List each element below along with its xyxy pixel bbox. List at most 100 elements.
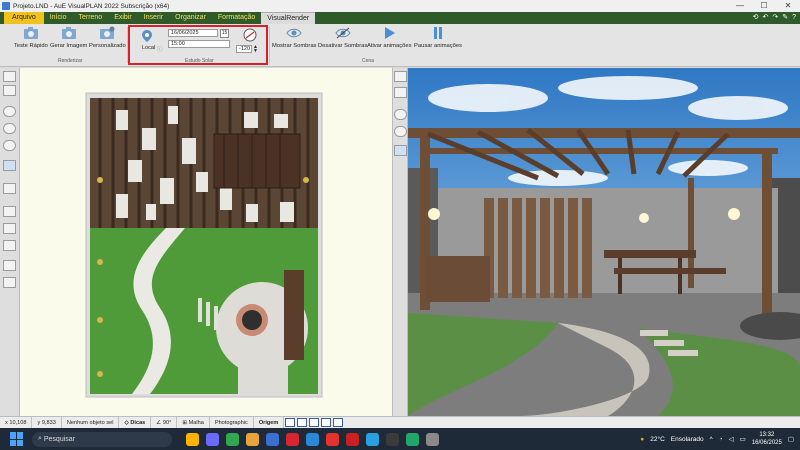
opera-icon[interactable]	[346, 432, 359, 446]
origin-button[interactable]: Origem	[254, 416, 285, 429]
office-icon[interactable]	[286, 432, 299, 446]
clock[interactable]: 13:32 16/06/2025	[752, 431, 782, 447]
camera-icon	[61, 27, 76, 39]
quick-test-button[interactable]: Teste Rápido	[14, 26, 48, 49]
angle-snap-button[interactable]: ∠ 90°	[151, 416, 178, 429]
time-field[interactable]: 15:00	[168, 40, 230, 48]
rectangle-select-icon[interactable]	[3, 223, 16, 234]
battery-icon[interactable]: ▭	[740, 435, 746, 443]
polygon-select-icon[interactable]	[3, 240, 16, 251]
snap-line-icon[interactable]	[285, 418, 296, 427]
search-placeholder: Pesquisar	[43, 435, 76, 443]
draw-line-icon[interactable]	[3, 183, 16, 194]
calendar-icon[interactable]: 15	[220, 29, 229, 38]
menu-inserir[interactable]: Inserir	[138, 12, 169, 24]
file-explorer-icon[interactable]	[186, 432, 199, 446]
capcut-icon[interactable]	[386, 432, 399, 446]
windows-start-icon[interactable]	[10, 432, 24, 446]
plan-view-2d[interactable]	[20, 68, 392, 416]
grid-button[interactable]: ⊞ Malha	[177, 416, 210, 429]
snap-edge-icon[interactable]	[309, 418, 320, 427]
maximize-button[interactable]: ☐	[752, 0, 776, 12]
window-controls: — ☐ ✕	[728, 0, 800, 12]
snap-point-icon[interactable]	[333, 418, 344, 427]
mail-icon[interactable]	[306, 432, 319, 446]
quick-access: ⟲ ↶ ↷ ✎ ?	[753, 12, 796, 24]
network-icon[interactable]: ◔	[719, 436, 723, 443]
render-toolbar	[392, 68, 408, 416]
eye-off-icon	[335, 27, 351, 39]
pause-animation-button[interactable]: Pausar animações	[414, 26, 462, 49]
weather-text[interactable]: Ensolarado	[671, 436, 704, 443]
zoom-out-icon[interactable]	[394, 126, 407, 137]
app-icon[interactable]	[426, 432, 439, 446]
pan-hand-icon[interactable]	[394, 87, 407, 98]
tips-icon: ◇	[124, 419, 129, 426]
store-icon[interactable]	[266, 432, 279, 446]
coord-y: y 9,833	[32, 416, 62, 429]
select-tool-icon[interactable]	[3, 71, 16, 82]
menu-bar: Arquivo Início Terreno Exibir Inserir Or…	[0, 12, 800, 24]
close-button[interactable]: ✕	[776, 0, 800, 12]
disable-shadows-button[interactable]: Desativar Sombras	[318, 26, 367, 49]
compass-icon[interactable]	[242, 28, 258, 42]
pan-hand-icon[interactable]	[3, 85, 16, 96]
angle-icon: ∠	[156, 419, 162, 426]
snap-angle-icon[interactable]	[297, 418, 308, 427]
zoom-out-icon[interactable]	[3, 123, 16, 134]
zoom-in-icon[interactable]	[3, 106, 16, 117]
solar-group-label: Estudo Solar	[185, 58, 214, 64]
date-field[interactable]: 16/06/2025	[168, 29, 218, 37]
undo-icon[interactable]: ↶	[762, 12, 768, 24]
menu-formatacao[interactable]: Formatação	[212, 12, 261, 24]
left-toolbar	[0, 68, 20, 416]
help-icon[interactable]: ?	[792, 12, 796, 24]
edge-icon[interactable]	[226, 432, 239, 446]
menu-organizar[interactable]: Organizar	[169, 12, 212, 24]
move-icon[interactable]	[3, 206, 16, 217]
visualplan-icon[interactable]	[406, 432, 419, 446]
weather-icon: ●	[640, 435, 645, 443]
zoom-fit-icon[interactable]	[3, 140, 16, 151]
refresh-icon[interactable]: ⟲	[753, 12, 759, 24]
play-animation-button[interactable]: Ativar animações	[367, 26, 411, 49]
copilot-icon[interactable]	[206, 432, 219, 446]
weather-temp[interactable]: 22°C	[650, 436, 665, 443]
scene-group-label: Cena	[362, 58, 374, 64]
angle-spinner[interactable]: ▲ ▼	[253, 45, 258, 54]
telegram-icon[interactable]	[366, 432, 379, 446]
measure-icon[interactable]	[3, 260, 16, 271]
menu-visualrender[interactable]: VisualRender	[261, 12, 316, 24]
redo-icon[interactable]: ↷	[772, 12, 778, 24]
view-icon[interactable]	[394, 145, 407, 156]
generate-image-button[interactable]: Gerar Imagem	[50, 26, 87, 49]
render-mode[interactable]: Photographic	[210, 416, 254, 429]
folder-icon[interactable]	[246, 432, 259, 446]
tips-button[interactable]: ◇ Dicas	[119, 416, 152, 429]
snap-center-icon[interactable]	[321, 418, 332, 427]
menu-terreno[interactable]: Terreno	[72, 12, 108, 24]
view-icon[interactable]	[3, 160, 16, 171]
zoom-in-icon[interactable]	[394, 109, 407, 120]
custom-render-button[interactable]: Personalizado	[89, 26, 126, 49]
edit-icon[interactable]: ✎	[782, 12, 788, 24]
location-info-icon[interactable]: ⓘ	[157, 45, 163, 53]
minimize-button[interactable]: —	[728, 0, 752, 12]
taskbar-apps	[186, 432, 439, 446]
notification-icon[interactable]: ▢	[788, 435, 794, 443]
menu-exibir[interactable]: Exibir	[108, 12, 138, 24]
angle-field[interactable]: -120	[236, 45, 252, 53]
show-shadows-button[interactable]: Mostrar Sombras	[272, 26, 316, 49]
tray-chevron-icon[interactable]: ^	[710, 436, 713, 443]
volume-icon[interactable]: ◁	[729, 435, 734, 443]
taskbar-search[interactable]: ⌕ Pesquisar	[32, 431, 172, 447]
menu-arquivo[interactable]: Arquivo	[4, 12, 44, 24]
location-pin-icon[interactable]	[140, 29, 154, 43]
grid-label: Malha	[188, 419, 204, 426]
circle-tool-icon[interactable]	[3, 277, 16, 288]
pause-icon	[434, 27, 442, 39]
render-view-3d[interactable]	[408, 68, 800, 416]
youtube-icon[interactable]	[326, 432, 339, 446]
select-tool-icon[interactable]	[394, 71, 407, 82]
menu-inicio[interactable]: Início	[44, 12, 73, 24]
